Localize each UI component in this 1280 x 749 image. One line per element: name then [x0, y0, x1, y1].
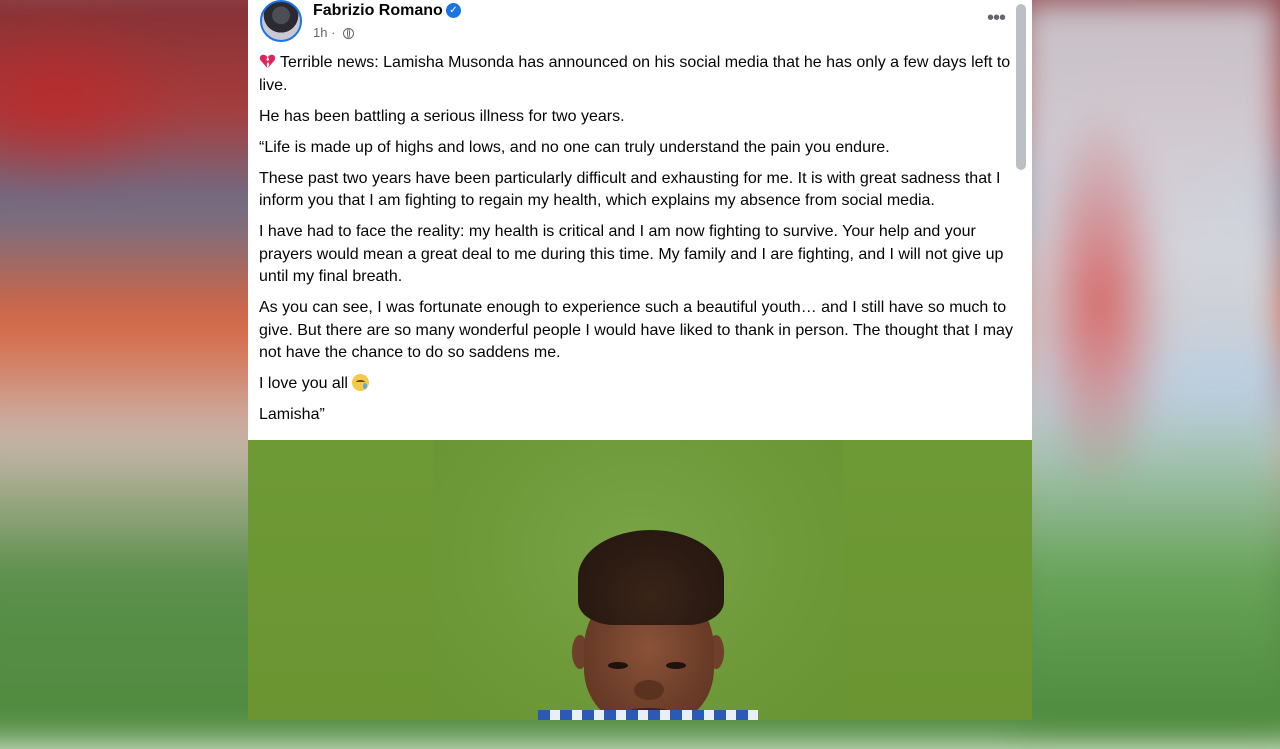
- post-photo[interactable]: [248, 440, 1032, 720]
- post-paragraph: These past two years have been particula…: [259, 169, 1001, 210]
- post-paragraph: As you can see, I was fortunate enough t…: [259, 299, 1013, 361]
- post-paragraph: I love you all: [259, 373, 1019, 396]
- paragraph-text: Terrible news: Lamisha Musonda has annou…: [259, 54, 1011, 94]
- post-header: Fabrizio Romano ✓ 1h · •••: [248, 0, 1032, 48]
- crying-face-icon: [351, 374, 369, 391]
- facebook-post-card: Fabrizio Romano ✓ 1h · ••• Terrible news…: [248, 0, 1032, 720]
- author-name[interactable]: Fabrizio Romano: [313, 2, 443, 20]
- verified-badge-icon: ✓: [446, 3, 461, 18]
- post-paragraph: I have had to face the reality: my healt…: [259, 223, 1004, 285]
- post-paragraph: Terrible news: Lamisha Musonda has annou…: [259, 52, 1019, 97]
- post-meta: 1h ·: [313, 25, 355, 41]
- post-paragraph: “Life is made up of highs and lows, and …: [259, 138, 890, 156]
- paragraph-text: I love you all: [259, 375, 348, 392]
- more-options-button[interactable]: •••: [987, 8, 1006, 28]
- author-avatar[interactable]: [260, 0, 302, 42]
- post-paragraph: He has been battling a serious illness f…: [259, 107, 625, 125]
- post-paragraph: Lamisha”: [259, 406, 325, 423]
- meta-separator: ·: [331, 25, 336, 40]
- globe-icon: [343, 28, 355, 39]
- blurred-background-right: [1020, 0, 1280, 720]
- player-shirt: [538, 710, 758, 720]
- broken-heart-icon: [259, 54, 276, 69]
- post-text: Terrible news: Lamisha Musonda has annou…: [259, 52, 1019, 435]
- player-portrait: [572, 530, 724, 720]
- post-time[interactable]: 1h: [313, 25, 327, 40]
